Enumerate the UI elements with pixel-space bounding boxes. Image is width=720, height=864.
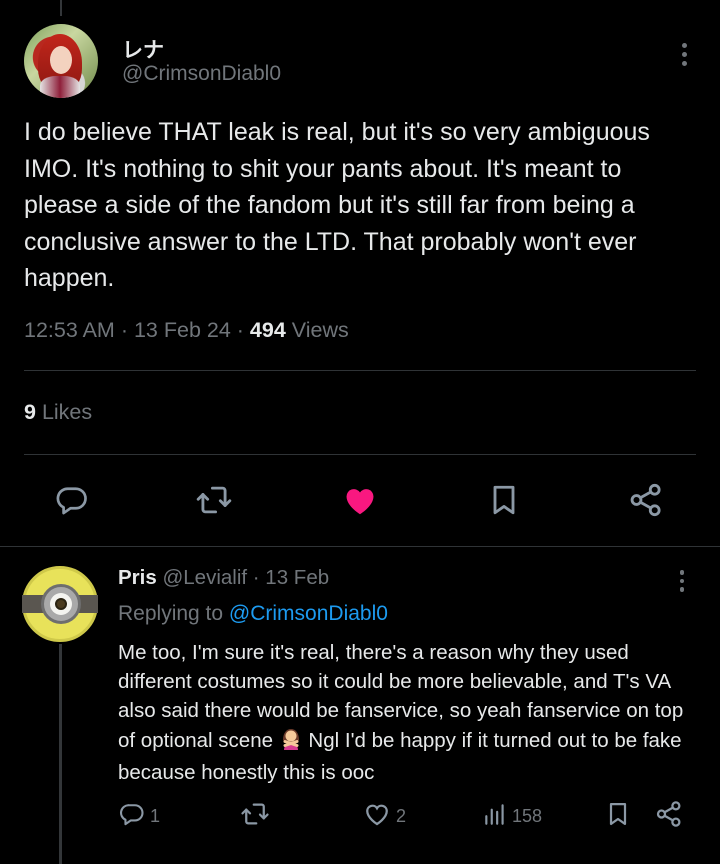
- views-label: Views: [291, 318, 349, 342]
- tweet-detail-page: レナ @CrimsonDiabl0 I do believe THAT leak…: [0, 0, 720, 864]
- tweet-header: レナ @CrimsonDiabl0: [24, 24, 696, 100]
- views-count: 494: [249, 318, 286, 342]
- reply-actions: 1 2 158: [0, 800, 720, 832]
- avatar-goggle: [41, 584, 81, 624]
- share-button[interactable]: [654, 800, 684, 832]
- meta-separator: ·: [236, 318, 250, 342]
- reply-views-count: 158: [512, 805, 543, 826]
- meta-separator: ·: [120, 318, 134, 342]
- likes-row[interactable]: 9 Likes: [24, 400, 92, 425]
- reply-likes-count: 2: [396, 805, 407, 826]
- tweet-time[interactable]: 12:53 AM: [24, 318, 115, 342]
- retweet-icon: [240, 799, 270, 834]
- reply-display-name[interactable]: Pris: [118, 566, 157, 589]
- bookmark-icon[interactable]: [482, 478, 526, 522]
- woman-gesturing-no-icon: [279, 726, 303, 758]
- reply-text: Me too, I'm sure it's real, there's a re…: [118, 638, 703, 787]
- avatar[interactable]: [24, 24, 98, 98]
- retweet-button[interactable]: [240, 800, 270, 832]
- divider: [24, 454, 696, 455]
- user-handle[interactable]: @CrimsonDiabl0: [122, 62, 281, 86]
- divider: [0, 546, 720, 547]
- replying-to: Replying to @CrimsonDiabl0: [118, 602, 388, 626]
- views-icon: [482, 800, 508, 833]
- replying-to-label: Replying to: [118, 602, 224, 625]
- replying-to-mention[interactable]: @CrimsonDiabl0: [229, 602, 388, 625]
- reply-handle[interactable]: @Levialif: [162, 566, 247, 589]
- reply-button[interactable]: 1: [118, 800, 160, 832]
- reply-replies-count: 1: [150, 805, 161, 826]
- retweet-icon[interactable]: [192, 478, 236, 522]
- avatar-eye: [50, 593, 72, 615]
- tweet-meta: 12:53 AM · 13 Feb 24 · 494 Views: [24, 318, 349, 343]
- avatar-pupil: [55, 598, 67, 610]
- more-vertical-icon[interactable]: [672, 38, 696, 70]
- tweet-date[interactable]: 13 Feb 24: [134, 318, 231, 342]
- reply-icon: [118, 800, 146, 833]
- heart-icon: [362, 799, 392, 834]
- share-icon: [654, 799, 684, 834]
- likes-label: Likes: [41, 400, 93, 424]
- avatar-outfit: [40, 76, 80, 98]
- avatar-face: [50, 46, 72, 74]
- reply-date[interactable]: · 13 Feb: [253, 566, 329, 589]
- bookmark-icon: [604, 800, 632, 833]
- reply-icon[interactable]: [50, 478, 94, 522]
- share-icon[interactable]: [624, 478, 668, 522]
- likes-count: 9: [24, 400, 36, 424]
- like-button[interactable]: 2: [362, 800, 406, 832]
- display-name[interactable]: レナ: [122, 34, 164, 64]
- reply-avatar[interactable]: [22, 566, 98, 642]
- heart-icon[interactable]: [338, 478, 382, 522]
- tweet-text: I do believe THAT leak is real, but it's…: [24, 118, 650, 292]
- views-button[interactable]: 158: [482, 800, 542, 832]
- tweet-actions: [0, 478, 720, 522]
- more-vertical-icon[interactable]: [670, 566, 694, 596]
- reply-header: Pris @Levialif · 13 Feb: [118, 566, 329, 590]
- bookmark-button[interactable]: [604, 800, 632, 832]
- thread-line: [60, 0, 62, 16]
- divider: [24, 370, 696, 371]
